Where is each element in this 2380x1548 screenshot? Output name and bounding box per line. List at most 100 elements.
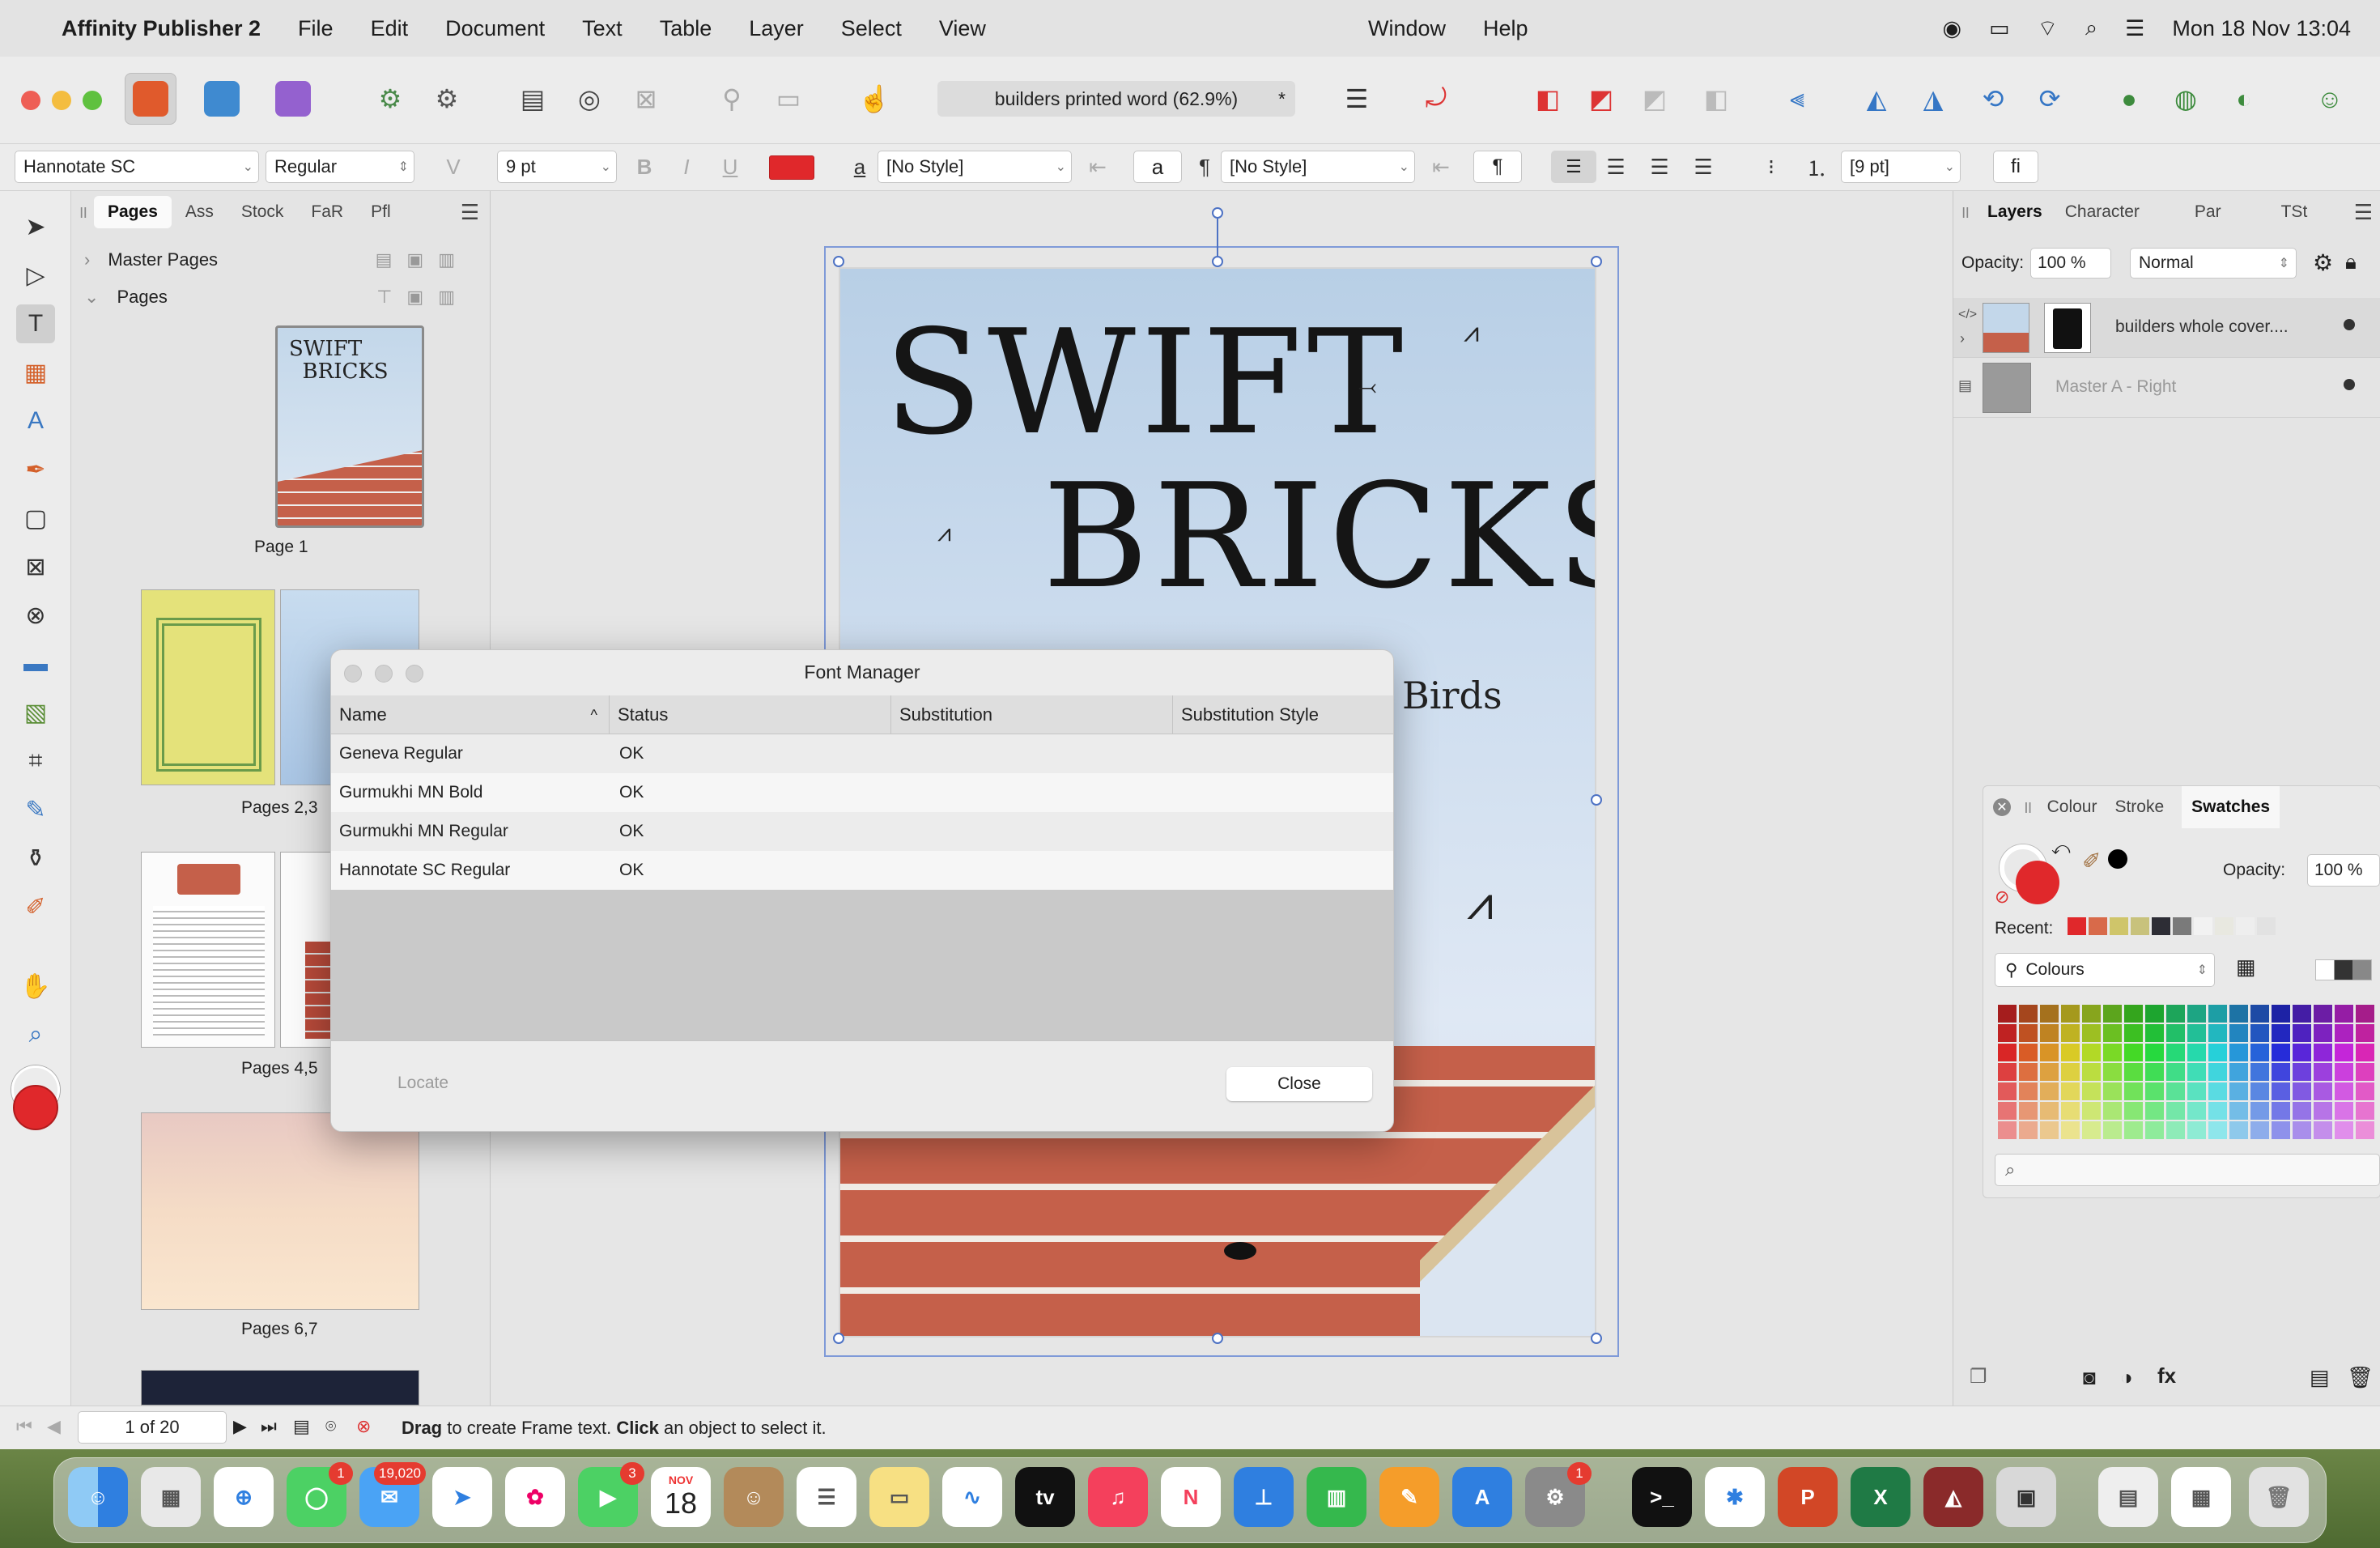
sort-ascending-icon[interactable]: ^ <box>591 707 597 724</box>
column-substitution-header[interactable]: Substitution <box>891 695 1173 734</box>
palette-color-swatch[interactable] <box>2293 1121 2311 1139</box>
palette-color-swatch[interactable] <box>2208 1102 2227 1120</box>
table-row[interactable]: Hannotate SC Regular OK <box>331 851 1393 890</box>
color-picker-tool-icon[interactable]: ✐ <box>16 887 55 926</box>
palette-color-swatch[interactable] <box>2040 1024 2059 1042</box>
apple-tv-icon[interactable]: tv <box>1015 1467 1075 1527</box>
anchor-icon[interactable]: ▭ <box>763 73 814 125</box>
first-page-icon[interactable]: ⏮ <box>16 1416 32 1437</box>
palette-color-swatch[interactable] <box>2356 1082 2374 1100</box>
palette-color-swatch[interactable] <box>2082 1024 2101 1042</box>
account-user-icon[interactable]: ☺ <box>2304 73 2356 125</box>
hand-cursor-icon[interactable]: ☝ <box>848 73 900 125</box>
artistic-text-tool-icon[interactable]: A <box>16 402 55 440</box>
add-layer-icon[interactable]: ▤ <box>2310 1365 2330 1390</box>
arrange-forward-icon[interactable]: ◩ <box>1575 73 1627 125</box>
swatch-opacity-field[interactable]: 100 % <box>2307 854 2380 887</box>
crop-tool-icon[interactable]: ⌗ <box>16 742 55 780</box>
palette-color-swatch[interactable] <box>2124 1121 2143 1139</box>
finder-icon[interactable]: ☺ <box>68 1467 128 1527</box>
battery-icon[interactable]: ▭ <box>1989 16 2010 41</box>
menu-layer[interactable]: Layer <box>749 16 804 41</box>
palette-color-swatch[interactable] <box>2103 1102 2122 1120</box>
recent-color-swatch[interactable] <box>2173 917 2191 935</box>
leading-field[interactable]: [9 pt] ⌄ <box>1841 151 1961 183</box>
menu-document[interactable]: Document <box>445 16 545 41</box>
palette-color-swatch[interactable] <box>2356 1044 2374 1061</box>
recent-color-swatch[interactable] <box>2089 917 2107 935</box>
palette-color-swatch[interactable] <box>2250 1005 2269 1023</box>
palette-color-swatch[interactable] <box>2019 1082 2038 1100</box>
menu-help[interactable]: Help <box>1483 16 1528 41</box>
fill-color-well[interactable] <box>13 1085 58 1130</box>
tab-stroke[interactable]: Stroke <box>2114 797 2164 817</box>
palette-color-swatch[interactable] <box>2040 1082 2059 1100</box>
recent-color-swatch[interactable] <box>2215 917 2233 935</box>
palette-color-swatch[interactable] <box>2250 1044 2269 1061</box>
palette-color-swatch[interactable] <box>2335 1121 2353 1139</box>
palette-color-swatch[interactable] <box>2103 1063 2122 1081</box>
resize-handle-right-center[interactable] <box>1591 794 1602 806</box>
column-status-header[interactable]: Status <box>610 695 891 734</box>
palette-color-swatch[interactable] <box>2040 1102 2059 1120</box>
recent-color-swatch[interactable] <box>2152 917 2170 935</box>
palette-color-swatch[interactable] <box>1998 1082 2017 1100</box>
preferences-gear-icon[interactable]: ⚙ <box>364 73 416 125</box>
palette-color-swatch[interactable] <box>2356 1063 2374 1081</box>
clear-character-style-icon[interactable]: ⇤ <box>1080 151 1116 183</box>
font-style-select[interactable]: Regular ⇕ <box>266 151 414 183</box>
layer-row[interactable]: ▤ Master A - Right <box>1953 358 2380 418</box>
panel-grip-icon[interactable]: ॥ <box>71 201 94 223</box>
palette-color-swatch[interactable] <box>2335 1005 2353 1023</box>
notes-icon[interactable]: ▭ <box>869 1467 929 1527</box>
page-indicator-field[interactable]: 1 of 20 <box>78 1411 227 1444</box>
table-tool-icon[interactable]: ▦ <box>16 353 55 392</box>
palette-color-swatch[interactable] <box>1998 1044 2017 1061</box>
palette-color-swatch[interactable] <box>2166 1005 2185 1023</box>
picked-color-swatch[interactable] <box>2108 849 2127 869</box>
arrange-backward-icon[interactable]: ◩ <box>1629 73 1681 125</box>
palette-color-swatch[interactable] <box>2166 1102 2185 1120</box>
terminal-icon[interactable]: >_ <box>1632 1467 1692 1527</box>
palette-color-swatch[interactable] <box>2272 1044 2290 1061</box>
palette-color-swatch[interactable] <box>2293 1082 2311 1100</box>
character-style-select[interactable]: [No Style] ⌄ <box>878 151 1072 183</box>
palette-color-swatch[interactable] <box>2356 1102 2374 1120</box>
palette-color-swatch[interactable] <box>2040 1121 2059 1139</box>
recent-color-swatch[interactable] <box>2110 917 2128 935</box>
next-page-icon[interactable]: ▶ <box>233 1416 247 1437</box>
window-close-button[interactable] <box>21 91 40 110</box>
resize-handle-bottom-right[interactable] <box>1591 1333 1602 1344</box>
add-mask-icon[interactable]: ◙ <box>2083 1365 2096 1390</box>
palette-color-swatch[interactable] <box>1998 1063 2017 1081</box>
palette-color-swatch[interactable] <box>2040 1044 2059 1061</box>
palette-color-swatch[interactable] <box>2019 1005 2038 1023</box>
palette-color-swatch[interactable] <box>2335 1063 2353 1081</box>
palette-color-swatch[interactable] <box>2272 1024 2290 1042</box>
collapse-chevron-icon[interactable]: ⌄ <box>84 287 99 308</box>
flip-horizontal-icon[interactable]: ◭ <box>1851 73 1902 125</box>
palette-color-swatch[interactable] <box>2272 1121 2290 1139</box>
palette-color-swatch[interactable] <box>2187 1063 2206 1081</box>
palette-color-swatch[interactable] <box>2103 1044 2122 1061</box>
panel-menu-icon[interactable]: ☰ <box>461 200 479 225</box>
palette-color-swatch[interactable] <box>2061 1121 2080 1139</box>
page-8-thumbnail[interactable] <box>141 1370 419 1406</box>
rotate-left-icon[interactable]: ⟲ <box>1967 73 2019 125</box>
arrange-front-icon[interactable]: ◧ <box>1522 73 1574 125</box>
launchpad-icon[interactable]: ▦ <box>141 1467 201 1527</box>
panel-grip-icon[interactable]: ॥ <box>2022 796 2033 819</box>
palette-color-swatch[interactable] <box>2019 1121 2038 1139</box>
preflight-error-icon[interactable]: ⊗ <box>356 1416 371 1437</box>
palette-color-swatch[interactable] <box>2314 1005 2332 1023</box>
palette-color-swatch[interactable] <box>2061 1005 2080 1023</box>
lock-icon[interactable]: 🔒︎ <box>2345 249 2357 275</box>
palette-color-swatch[interactable] <box>2082 1102 2101 1120</box>
palette-color-swatch[interactable] <box>2272 1102 2290 1120</box>
palette-color-swatch[interactable] <box>1998 1121 2017 1139</box>
ligatures-button[interactable]: fi <box>1993 151 2038 183</box>
align-left-icon[interactable]: ☰ <box>1551 151 1596 183</box>
downloads-folder-icon[interactable]: ▤ <box>2098 1467 2158 1527</box>
palette-color-swatch[interactable] <box>2145 1121 2164 1139</box>
palette-color-swatch[interactable] <box>2166 1082 2185 1100</box>
